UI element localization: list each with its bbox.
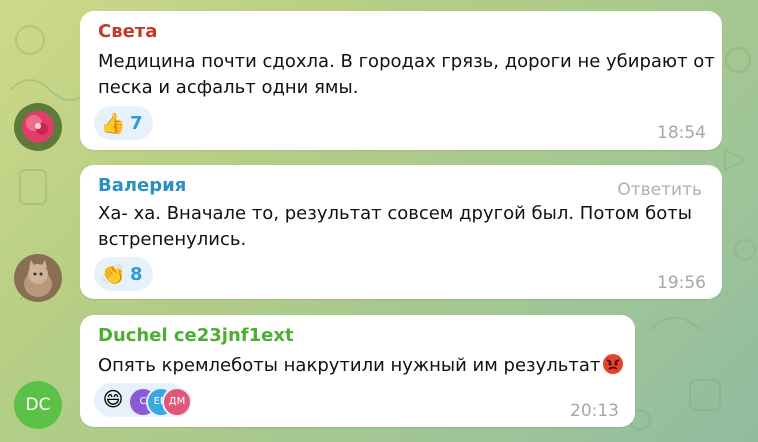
message-time: 19:56 [657, 273, 706, 293]
sender-name[interactable]: Duchel ce23jnf1ext [98, 325, 294, 346]
flower-avatar-icon [14, 103, 62, 151]
message-text-line: Ха- ха. Вначале то, результат совсем дру… [98, 203, 692, 224]
message-bubble: Света Медицина почти сдохла. В городах г… [80, 11, 722, 150]
message-text-line: Опять кремлеботы накрутили нужный им рез… [98, 353, 624, 379]
reaction-count: 7 [130, 112, 143, 134]
avatar[interactable]: DC [14, 381, 62, 429]
angry-face-icon [603, 354, 624, 374]
message-text: Опять кремлеботы накрутили нужный им рез… [98, 355, 601, 376]
grinning-face-icon: 😄 [102, 387, 124, 411]
cat-avatar-icon [14, 254, 62, 302]
reaction-count: 8 [130, 263, 143, 285]
sender-name[interactable]: Света [98, 21, 157, 42]
sender-name[interactable]: Валерия [98, 175, 186, 196]
reaction-chip[interactable]: 👍 7 [94, 106, 153, 140]
reactor-avatar: ДМ [162, 387, 192, 417]
clapping-hands-icon: 👏 [100, 262, 126, 286]
reaction-chip[interactable]: 😄 С ЕМ ДМ [94, 383, 192, 417]
message-bubble: Duchel ce23jnf1ext Опять кремлеботы накр… [80, 315, 635, 427]
message-text-line: Медицина почти сдохла. В городах грязь, … [98, 51, 715, 72]
message-text-line: встрепенулись. [98, 229, 247, 250]
message-time: 20:13 [570, 401, 619, 421]
thumbs-up-icon: 👍 [100, 111, 126, 135]
avatar[interactable] [14, 254, 62, 302]
reply-button[interactable]: Ответить [617, 180, 702, 200]
avatar-initials: DC [25, 395, 51, 415]
reaction-chip[interactable]: 👏 8 [94, 257, 153, 291]
message-bubble: Валерия Ответить Ха- ха. Вначале то, рез… [80, 165, 722, 299]
message-text-line: песка и асфальт одни ямы. [98, 77, 359, 98]
message-time: 18:54 [657, 123, 706, 143]
avatar[interactable] [14, 103, 62, 151]
